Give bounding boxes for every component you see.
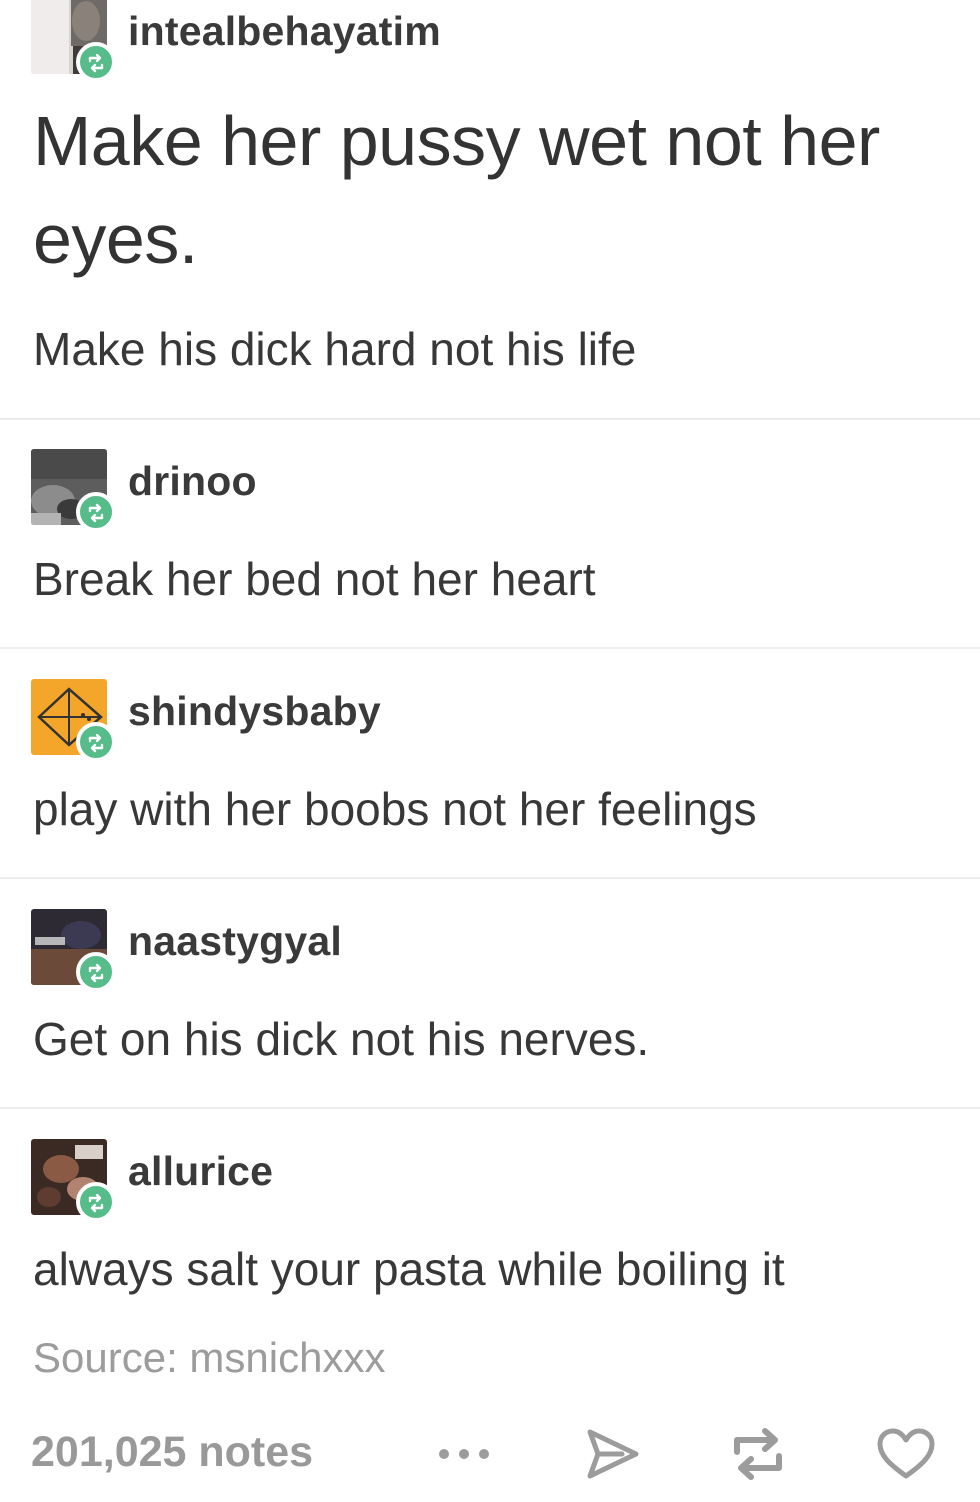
more-dots-icon: [439, 1449, 489, 1459]
username[interactable]: intealbehayatim: [128, 8, 441, 55]
post-source: Source: msnichxxx: [33, 1334, 385, 1382]
reblog-text: play with her boobs not her feelings: [33, 783, 757, 835]
reblog-entry: drinoo Break her bed not her heart: [0, 420, 980, 648]
username[interactable]: shindysbaby: [128, 688, 381, 735]
share-button[interactable]: [576, 1422, 648, 1486]
username[interactable]: drinoo: [128, 458, 257, 505]
reblog-badge-icon: [76, 722, 116, 762]
username[interactable]: naastygyal: [128, 918, 342, 965]
reblog-entry: shindysbaby play with her boobs not her …: [0, 650, 980, 878]
divider: [0, 877, 980, 879]
divider: [0, 1107, 980, 1109]
reblog-button[interactable]: [722, 1422, 794, 1486]
reblog-text: Make his dick hard not his life: [33, 323, 637, 375]
reblog-badge-icon: [76, 1182, 116, 1222]
reblog-entry: allurice always salt your pasta while bo…: [0, 1110, 980, 1330]
divider: [0, 647, 980, 649]
reblog-text: Break her bed not her heart: [33, 553, 596, 605]
like-button[interactable]: [870, 1422, 942, 1486]
reblog-icon: [734, 1428, 782, 1480]
reblog-entry: intealbehayatim Make her pussy wet not h…: [0, 0, 980, 420]
source-label: Source:: [33, 1334, 178, 1381]
post-title: Make her pussy wet not her eyes.: [33, 102, 880, 278]
reblog-badge-icon: [76, 952, 116, 992]
reblog-badge-icon: [76, 42, 116, 82]
notes-count[interactable]: 201,025 notes: [31, 1428, 313, 1477]
reblog-text: always salt your pasta while boiling it: [33, 1243, 785, 1295]
tumblr-post: intealbehayatim Make her pussy wet not h…: [0, 0, 980, 1502]
reblog-text: Get on his dick not his nerves.: [33, 1013, 650, 1065]
share-icon: [587, 1429, 639, 1479]
username[interactable]: allurice: [128, 1148, 273, 1195]
source-link[interactable]: msnichxxx: [189, 1334, 385, 1381]
more-button[interactable]: [428, 1422, 500, 1486]
heart-icon: [877, 1428, 935, 1479]
reblog-entry: naastygyal Get on his dick not his nerve…: [0, 880, 980, 1108]
reblog-badge-icon: [76, 492, 116, 532]
